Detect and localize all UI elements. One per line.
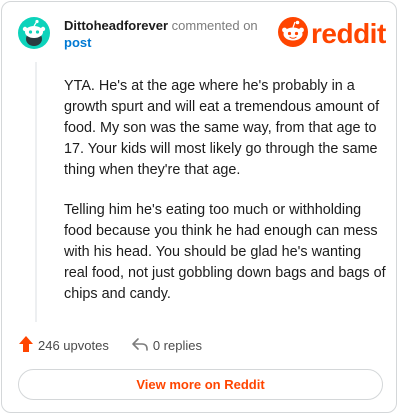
reddit-logo[interactable]: reddit	[278, 16, 390, 52]
comment-paragraph: Telling him he's eating too much or with…	[64, 202, 386, 302]
comment-embed-card: Dittoheadforever commented on post reddi…	[1, 1, 397, 413]
thread-line[interactable]	[35, 62, 37, 322]
comment-header: Dittoheadforever commented on post	[64, 17, 269, 51]
comment-body: YTA. He's at the age where he's probably…	[64, 76, 386, 324]
comment-actions: 246 upvotes 0 replies	[18, 334, 202, 356]
reddit-snoo-icon	[278, 16, 308, 52]
view-more-button[interactable]: View more on Reddit	[18, 369, 383, 400]
post-link[interactable]: post	[64, 35, 91, 50]
commented-on-text: commented on	[171, 18, 258, 33]
comment-paragraph: YTA. He's at the age where he's probably…	[64, 78, 380, 178]
upvote-count: 246 upvotes	[38, 337, 109, 353]
upvote-arrow-icon	[18, 335, 34, 356]
upvote-button[interactable]: 246 upvotes	[18, 335, 109, 356]
reply-count: 0 replies	[152, 337, 202, 353]
reply-arrow-icon	[131, 336, 149, 355]
username-link[interactable]: Dittoheadforever	[64, 18, 168, 33]
user-avatar-icon[interactable]	[18, 17, 50, 49]
reddit-wordmark: reddit	[311, 18, 386, 49]
reply-button[interactable]: 0 replies	[131, 336, 202, 355]
